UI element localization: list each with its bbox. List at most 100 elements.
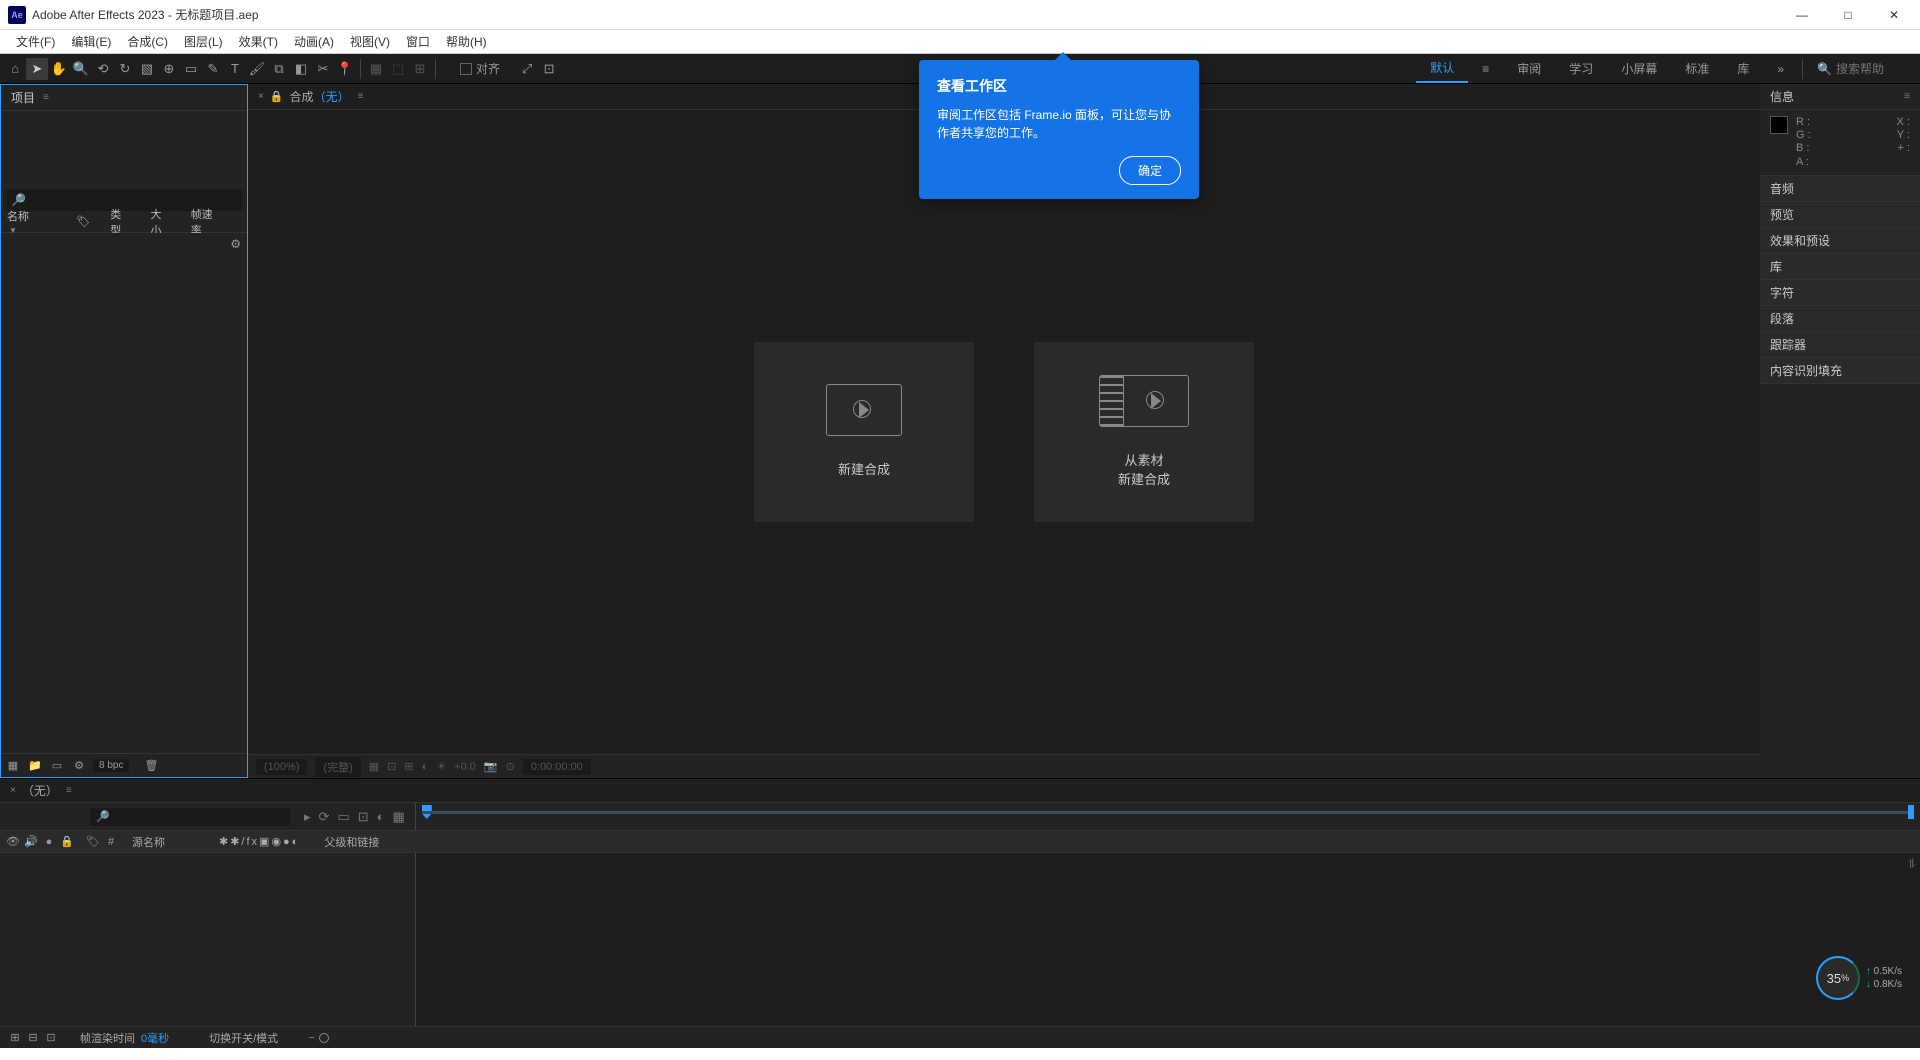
mode-3-icon[interactable]: ⊞ xyxy=(409,58,431,80)
color-depth[interactable]: 8 bpc xyxy=(93,759,129,772)
menu-effect[interactable]: 效果(T) xyxy=(231,33,286,50)
region-icon[interactable]: ⊞ xyxy=(404,760,413,773)
new-comp-icon[interactable]: ▭ xyxy=(49,758,65,774)
menu-composition[interactable]: 合成(C) xyxy=(119,33,176,50)
audio-col-icon[interactable]: 🔊 xyxy=(24,835,38,848)
panel-menu-icon[interactable]: ≡ xyxy=(1904,91,1910,102)
paragraph-panel[interactable]: 段落 xyxy=(1760,306,1920,332)
brush-tool[interactable]: 🖌 xyxy=(246,58,268,80)
menu-edit[interactable]: 编辑(E) xyxy=(63,33,119,50)
workspace-standard[interactable]: 标准 xyxy=(1671,54,1723,83)
toggle-switches-icon[interactable]: ⊞ xyxy=(6,1031,24,1044)
workspace-default[interactable]: 默认 xyxy=(1416,54,1468,83)
lock-col-icon[interactable]: 🔒 xyxy=(60,835,74,848)
workspace-more[interactable]: » xyxy=(1763,54,1798,83)
snap-opt-1-icon[interactable]: ⤢ xyxy=(516,58,538,80)
zoom-tool[interactable]: 🔍 xyxy=(70,58,92,80)
zoom-out-icon[interactable]: − xyxy=(308,1032,314,1044)
panel-menu-icon[interactable]: ≡ xyxy=(43,92,49,103)
menu-animation[interactable]: 动画(A) xyxy=(286,33,342,50)
rotate-tool[interactable]: ↻ xyxy=(114,58,136,80)
menu-file[interactable]: 文件(F) xyxy=(8,33,63,50)
switches-col[interactable]: ✱✱/fx▣◉●◐ xyxy=(219,835,300,848)
window-maximize[interactable]: □ xyxy=(1840,7,1856,23)
workspace-small[interactable]: 小屏幕 xyxy=(1607,54,1671,83)
channel-icon[interactable]: ◐ xyxy=(422,761,429,773)
video-col-icon[interactable]: 👁 xyxy=(6,835,20,848)
mode-1-icon[interactable]: ▦ xyxy=(365,58,387,80)
toggle-switches-modes[interactable]: 切换开关/模式 xyxy=(209,1030,278,1046)
content-aware-fill-panel[interactable]: 内容识别填充 xyxy=(1760,358,1920,384)
timeline-tab-close-icon[interactable]: × xyxy=(10,785,16,796)
panel-menu-icon[interactable]: ≡ xyxy=(358,91,364,102)
timeline-layer-list[interactable] xyxy=(0,853,416,1026)
rect-tool[interactable]: ▭ xyxy=(180,58,202,80)
library-panel[interactable]: 库 xyxy=(1760,254,1920,280)
draft3d-icon[interactable]: ▭ xyxy=(337,809,349,825)
zoom-dropdown[interactable]: (100%) xyxy=(256,759,307,775)
new-comp-from-footage-button[interactable]: 从素材新建合成 xyxy=(1034,342,1254,522)
time-ruler[interactable] xyxy=(415,803,1920,830)
menu-window[interactable]: 窗口 xyxy=(398,33,438,50)
menu-view[interactable]: 视图(V) xyxy=(342,33,398,50)
work-area-bar[interactable] xyxy=(422,811,1910,814)
timeline-search[interactable]: 🔎 xyxy=(90,808,290,826)
index-col-icon[interactable]: # xyxy=(104,836,118,848)
menu-help[interactable]: 帮助(H) xyxy=(438,33,495,50)
preview-panel[interactable]: 预览 xyxy=(1760,202,1920,228)
resolution-dropdown[interactable]: (完整) xyxy=(315,757,360,777)
comp-tab-close-icon[interactable]: × xyxy=(258,91,264,102)
workspace-review[interactable]: 审阅 xyxy=(1503,54,1555,83)
toggle-modes-icon[interactable]: ⊟ xyxy=(24,1031,42,1044)
tooltip-ok-button[interactable]: 确定 xyxy=(1119,156,1181,185)
timeline-zoom[interactable]: − xyxy=(308,1032,328,1044)
camera-tool[interactable]: ▧ xyxy=(136,58,158,80)
workspace-library[interactable]: 库 xyxy=(1723,54,1763,83)
network-monitor-widget[interactable]: 35% 0.5K/s 0.8K/s xyxy=(1816,956,1902,1000)
tracker-panel[interactable]: 跟踪器 xyxy=(1760,332,1920,358)
workspace-default-menu[interactable]: ≡ xyxy=(1468,54,1503,83)
col-name[interactable]: 名称▼ xyxy=(7,208,36,236)
comp-mini-icon[interactable]: ▸ xyxy=(304,809,311,825)
pen-tool[interactable]: ✎ xyxy=(202,58,224,80)
solo-col-icon[interactable]: ● xyxy=(42,836,56,848)
flowchart-icon[interactable]: ⚙ xyxy=(230,237,241,251)
pan-behind-tool[interactable]: ⊕ xyxy=(158,58,180,80)
new-composition-button[interactable]: 新建合成 xyxy=(754,342,974,522)
timeline-track-area[interactable]: ⥮ xyxy=(416,853,1920,1026)
panel-menu-icon[interactable]: ≡ xyxy=(66,785,72,796)
home-tool[interactable]: ⌂ xyxy=(4,58,26,80)
source-name-col[interactable]: 源名称 xyxy=(132,834,165,850)
mode-2-icon[interactable]: ⬚ xyxy=(387,58,409,80)
exposure-value[interactable]: +0.0 xyxy=(454,761,476,773)
snap-toggle[interactable]: 对齐 xyxy=(460,60,500,77)
show-snapshot-icon[interactable]: ⊙ xyxy=(506,760,515,773)
shy-icon[interactable]: ⟳ xyxy=(319,809,330,825)
character-panel[interactable]: 字符 xyxy=(1760,280,1920,306)
roto-tool[interactable]: ✂ xyxy=(312,58,334,80)
work-area-end[interactable] xyxy=(1908,805,1914,819)
new-folder-icon[interactable]: 📁 xyxy=(27,758,43,774)
timeline-tab-label[interactable]: （无） xyxy=(22,782,58,799)
window-close[interactable]: ✕ xyxy=(1886,7,1902,23)
orbit-tool[interactable]: ⟲ xyxy=(92,58,114,80)
zoom-slider[interactable] xyxy=(319,1033,329,1043)
timecode[interactable]: 0:00:00:00 xyxy=(523,759,591,775)
frame-blend-icon[interactable]: ⊡ xyxy=(358,809,369,825)
hand-tool[interactable]: ✋ xyxy=(48,58,70,80)
interpret-icon[interactable]: ▦ xyxy=(5,758,21,774)
mask-icon[interactable]: ⊡ xyxy=(387,760,396,773)
graph-editor-icon[interactable]: ▦ xyxy=(393,809,405,825)
project-items-list[interactable]: ⚙ xyxy=(1,233,247,753)
exposure-icon[interactable]: ☀ xyxy=(436,760,446,773)
audio-panel[interactable]: 音频 xyxy=(1760,176,1920,202)
window-minimize[interactable]: — xyxy=(1794,7,1810,23)
comp-tab-lock-icon[interactable]: 🔒 xyxy=(270,90,284,103)
type-tool[interactable]: T xyxy=(224,58,246,80)
trash-icon[interactable]: 🗑 xyxy=(143,758,159,774)
eraser-tool[interactable]: ◧ xyxy=(290,58,312,80)
settings-icon[interactable]: ⚙ xyxy=(71,758,87,774)
selection-tool[interactable]: ➤ xyxy=(26,58,48,80)
label-col-icon[interactable]: 🏷 xyxy=(86,835,100,848)
help-search-input[interactable] xyxy=(1836,62,1916,76)
